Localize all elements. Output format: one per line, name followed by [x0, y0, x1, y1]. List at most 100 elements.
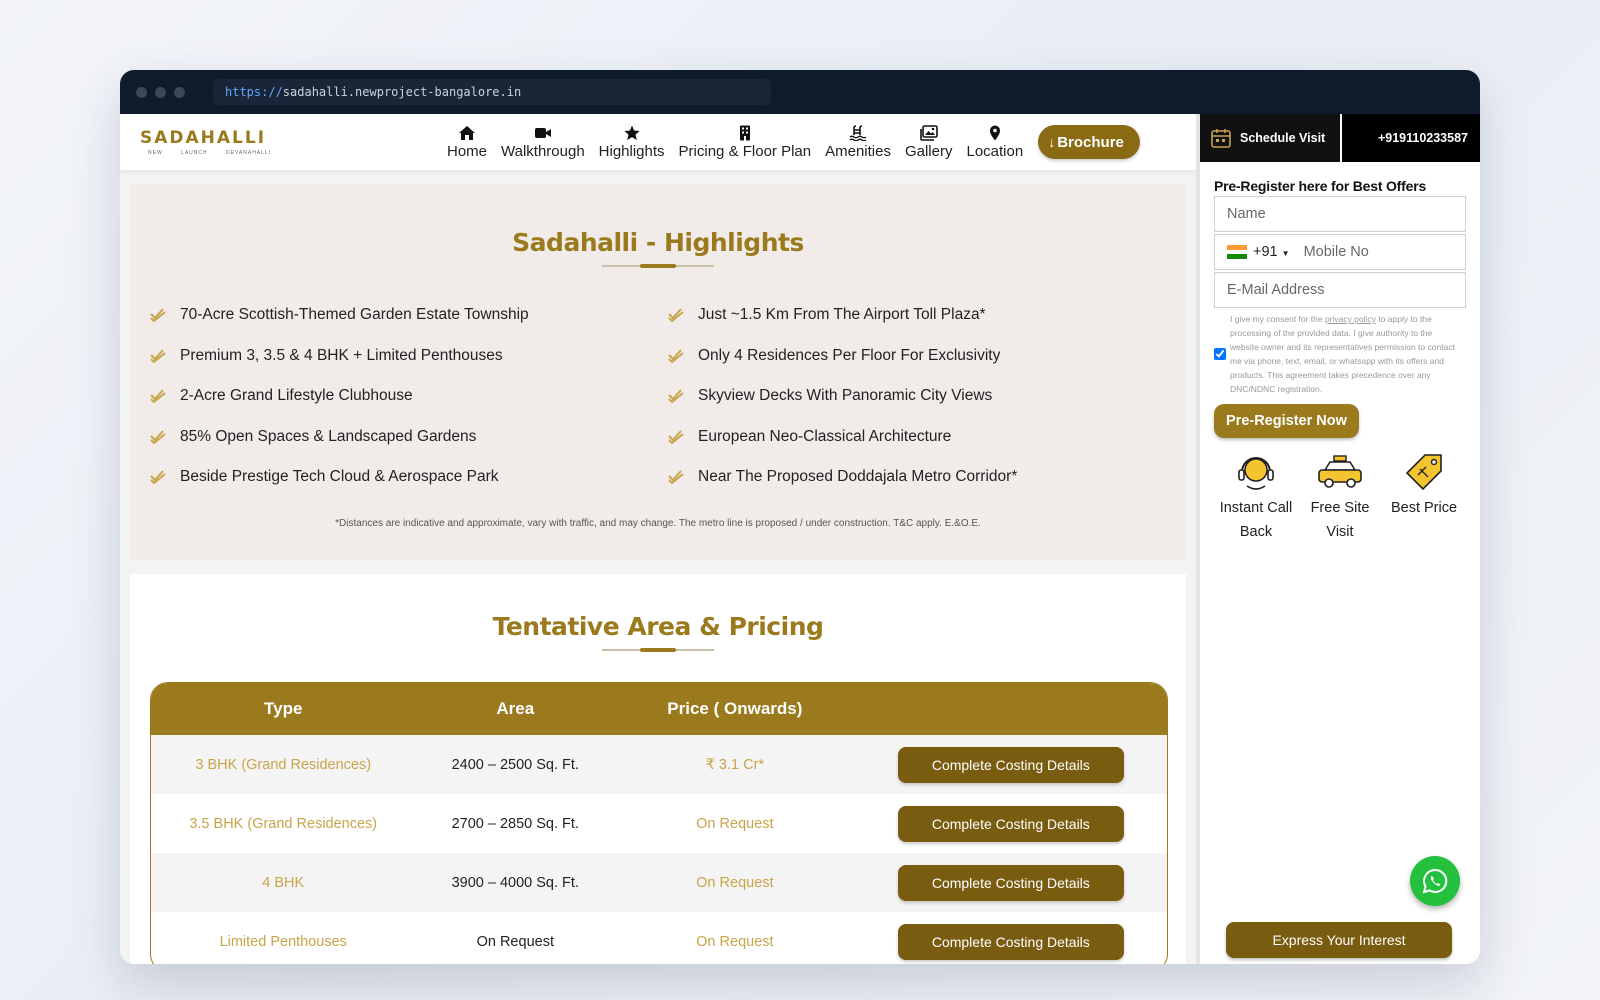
logo-name: SADAHALLI — [140, 128, 267, 148]
nav-label: Walkthrough — [501, 142, 585, 160]
double-check-icon — [150, 470, 166, 485]
enquiry-sidebar: Schedule Visit +919110233587 Pre-Registe… — [1196, 114, 1480, 964]
brochure-button[interactable]: ↓ Brochure — [1038, 125, 1140, 159]
highlight-item: Beside Prestige Tech Cloud & Aerospace P… — [150, 457, 668, 498]
costing-details-button[interactable]: Complete Costing Details — [897, 923, 1124, 960]
consent-checkbox[interactable] — [1214, 348, 1226, 360]
url-host: sadahalli.newproject-bangalore.in — [282, 85, 522, 99]
table-row: 3 BHK (Grand Residences) 2400 – 2500 Sq. … — [151, 735, 1167, 794]
header-area: Area — [496, 699, 535, 718]
mobile-field[interactable]: +91 ▼ Mobile No — [1214, 234, 1466, 270]
nav-label: Amenities — [825, 142, 891, 160]
images-icon — [919, 124, 938, 141]
double-check-icon — [668, 389, 684, 404]
pricing-table: Type Area Price ( Onwards) 3 BHK (Grand … — [150, 682, 1168, 964]
address-bar[interactable]: https://sadahalli.newproject-bangalore.i… — [213, 79, 771, 105]
double-check-icon — [668, 430, 684, 444]
highlight-text: 2-Acre Grand Lifestyle Clubhouse — [180, 387, 413, 405]
star-icon — [624, 125, 640, 140]
nav-location[interactable]: Location — [966, 125, 1023, 160]
highlight-text: Beside Prestige Tech Cloud & Aerospace P… — [180, 468, 499, 486]
highlight-item: Skyview Decks With Panoramic City Views — [668, 376, 1186, 417]
country-code-select[interactable]: +91 ▼ — [1253, 244, 1290, 260]
highlight-item: 85% Open Spaces & Landscaped Gardens — [150, 417, 668, 458]
costing-details-button[interactable]: Complete Costing Details — [897, 746, 1124, 783]
highlight-text: Skyview Decks With Panoramic City Views — [698, 387, 993, 405]
email-field[interactable]: E-Mail Address — [1214, 272, 1466, 308]
window-control-dot[interactable] — [136, 86, 147, 98]
india-flag-icon[interactable] — [1227, 245, 1247, 260]
email-placeholder: E-Mail Address — [1227, 282, 1325, 298]
highlight-item: Premium 3, 3.5 & 4 BHK + Limited Penthou… — [150, 336, 668, 377]
nav-gallery[interactable]: Gallery — [905, 124, 952, 160]
table-header: Type Area Price ( Onwards) — [151, 683, 1167, 735]
nav-home[interactable]: Home — [447, 125, 487, 160]
home-icon — [459, 125, 475, 140]
caret-down-icon: ▼ — [1281, 249, 1290, 258]
cell-type: 3.5 BHK (Grand Residences) — [189, 815, 378, 832]
nav-label: Location — [966, 142, 1024, 160]
name-placeholder: Name — [1227, 206, 1266, 222]
highlight-text: European Neo-Classical Architecture — [698, 427, 952, 445]
nav-pricing-floor-plan[interactable]: Pricing & Floor Plan — [678, 125, 812, 160]
window-control-dot[interactable] — [174, 86, 185, 98]
perk-instant-call-back: Instant Call Back — [1216, 452, 1296, 544]
costing-details-button[interactable]: Complete Costing Details — [897, 805, 1124, 842]
pre-register-button[interactable]: Pre-Register Now — [1214, 404, 1359, 438]
highlight-item: Near The Proposed Doddajala Metro Corrid… — [668, 457, 1186, 498]
whatsapp-icon — [1422, 868, 1448, 894]
cell-price: On Request — [696, 874, 774, 891]
calendar-icon — [1211, 129, 1231, 148]
nav-highlights[interactable]: Highlights — [599, 125, 665, 160]
nav-amenities[interactable]: Amenities — [825, 124, 891, 160]
cell-type: Limited Penthouses — [219, 933, 347, 950]
phone-call-button[interactable]: +919110233587 — [1340, 114, 1480, 162]
highlight-text: Near The Proposed Doddajala Metro Corrid… — [698, 468, 1018, 486]
whatsapp-button[interactable] — [1410, 856, 1460, 906]
nav-walkthrough[interactable]: Walkthrough — [501, 125, 585, 160]
logo-tagline: NEW LAUNCH DEVANAHALLI — [148, 150, 272, 156]
nav-label: Pricing & Floor Plan — [678, 142, 812, 160]
header-type: Type — [264, 699, 303, 718]
window-control-dot[interactable] — [155, 86, 166, 98]
site-logo[interactable]: SADAHALLI NEW LAUNCH DEVANAHALLI — [120, 128, 440, 156]
consent-row: I give my consent for the privacy policy… — [1214, 312, 1466, 396]
cell-price: On Request — [696, 815, 774, 832]
taxi-icon — [1318, 455, 1362, 488]
highlight-item: Just ~1.5 Km From The Airport Toll Plaza… — [668, 295, 1186, 336]
form-heading: Pre-Register here for Best Offers — [1214, 178, 1427, 194]
highlight-text: Just ~1.5 Km From The Airport Toll Plaza… — [698, 306, 986, 324]
highlight-text: Premium 3, 3.5 & 4 BHK + Limited Penthou… — [180, 346, 503, 364]
cell-area: 3900 – 4000 Sq. Ft. — [451, 874, 579, 891]
table-row: Limited Penthouses On Request On Request Co… — [151, 912, 1167, 964]
phone-number: +919110233587 — [1377, 131, 1468, 145]
privacy-policy-link[interactable]: privacy policy — [1325, 314, 1376, 324]
cell-type: 3 BHK (Grand Residences) — [195, 756, 372, 773]
double-check-icon — [668, 470, 684, 485]
top-navigation: SADAHALLI NEW LAUNCH DEVANAHALLI Home Wa… — [120, 114, 1196, 170]
cell-area: 2700 – 2850 Sq. Ft. — [451, 815, 579, 832]
highlights-left-column: 70-Acre Scottish-Themed Garden Estate To… — [150, 295, 668, 498]
double-check-icon — [150, 349, 166, 363]
consent-text-post: to apply to the processing of the provid… — [1230, 314, 1455, 394]
price-tag-icon — [1405, 454, 1442, 491]
schedule-visit-label: Schedule Visit — [1240, 131, 1326, 145]
name-field[interactable]: Name — [1214, 196, 1466, 232]
double-check-icon — [150, 389, 166, 404]
perk-label: Best Price — [1390, 500, 1458, 516]
title-underline — [602, 264, 714, 268]
double-check-icon — [668, 349, 684, 363]
costing-details-button[interactable]: Complete Costing Details — [897, 864, 1124, 901]
nav-label: Home — [447, 142, 488, 160]
schedule-visit-button[interactable]: Schedule Visit — [1200, 114, 1340, 162]
browser-chrome: https://sadahalli.newproject-bangalore.i… — [120, 70, 1480, 114]
mobile-placeholder: Mobile No — [1303, 244, 1369, 260]
consent-text-pre: I give my consent for the — [1230, 314, 1325, 324]
perk-label: Free Site Visit — [1310, 500, 1370, 540]
header-price: Price ( Onwards) — [667, 699, 803, 718]
express-interest-button[interactable]: Express Your Interest — [1226, 922, 1452, 958]
highlights-section: Sadahalli - Highlights 70-Acre Scottish-… — [130, 184, 1186, 560]
url-scheme: https:// — [225, 85, 283, 99]
headset-icon — [1238, 457, 1274, 490]
double-check-icon — [150, 430, 166, 444]
